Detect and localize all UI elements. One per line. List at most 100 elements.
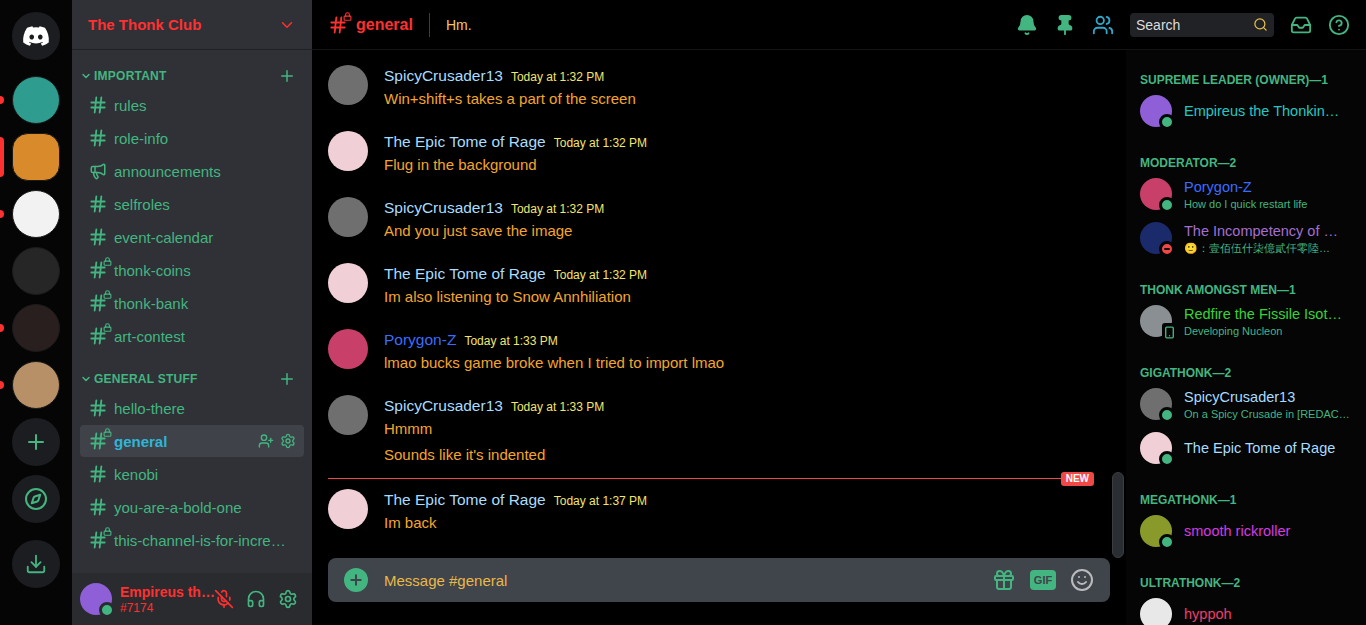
member-info: smooth rickroller — [1184, 521, 1358, 541]
message-author[interactable]: The Epic Tome of Rage — [384, 131, 546, 153]
server-icon[interactable] — [12, 361, 60, 409]
message-group: The Epic Tome of RageToday at 1:32 PMFlu… — [312, 129, 1110, 178]
server-icon[interactable] — [12, 76, 60, 124]
download-button[interactable] — [12, 540, 60, 588]
status-dot — [1159, 241, 1175, 257]
member-item[interactable]: The Incompetency of …🙂：壹佰伍什柒億貳仟零陸… — [1134, 216, 1364, 260]
help-button[interactable] — [1328, 14, 1350, 36]
message-author[interactable]: Porygon-Z — [384, 329, 456, 351]
home-item[interactable] — [0, 12, 72, 60]
scrollbar[interactable] — [1112, 50, 1124, 558]
channel-name: event-calendar — [114, 229, 296, 246]
add-server-item[interactable] — [0, 418, 72, 466]
pins-button[interactable] — [1054, 14, 1076, 36]
member-item[interactable]: smooth rickroller — [1134, 509, 1364, 553]
gift-button[interactable] — [992, 568, 1016, 592]
member-avatar[interactable] — [1140, 178, 1172, 210]
user-controls — [208, 583, 304, 615]
message-avatar[interactable] — [328, 263, 368, 303]
notifications-button[interactable] — [1016, 14, 1038, 36]
create-channel-icon[interactable] — [278, 370, 296, 388]
user-avatar[interactable] — [80, 583, 112, 615]
member-avatar[interactable] — [1140, 432, 1172, 464]
message-author[interactable]: SpicyCrusader13 — [384, 197, 503, 219]
channel-item[interactable]: this-channel-is-for-incre… — [80, 524, 304, 556]
server-icon[interactable] — [12, 190, 60, 238]
server-item[interactable] — [0, 133, 72, 181]
message-input[interactable]: Message #generalGIF — [328, 558, 1110, 602]
channel-topic: Hm. — [446, 17, 472, 33]
invite-icon[interactable] — [258, 433, 274, 449]
message-avatar[interactable] — [328, 489, 368, 529]
server-item[interactable] — [0, 304, 72, 352]
add-server-button[interactable] — [12, 418, 60, 466]
message-avatar[interactable] — [328, 329, 368, 369]
download-item[interactable] — [0, 540, 72, 588]
channel-item[interactable]: kenobi — [80, 458, 304, 490]
member-item[interactable]: The Epic Tome of Rage — [1134, 426, 1364, 470]
message-avatar[interactable] — [328, 131, 368, 171]
member-item[interactable]: hyppoh — [1134, 592, 1364, 625]
member-item[interactable]: Redfire the Fissile Isot…Developing Nucl… — [1134, 299, 1364, 343]
member-item[interactable]: SpicyCrusader13On a Spicy Crusade in [RE… — [1134, 382, 1364, 426]
server-item[interactable] — [0, 361, 72, 409]
attach-button[interactable] — [344, 568, 368, 592]
member-avatar[interactable] — [1140, 598, 1172, 625]
category-header[interactable]: GENERAL STUFF — [80, 367, 304, 391]
channel-item[interactable]: rules — [80, 89, 304, 121]
role-heading: THONK AMONGST MEN—1 — [1126, 260, 1366, 299]
message-author[interactable]: SpicyCrusader13 — [384, 65, 503, 87]
message-author[interactable]: The Epic Tome of Rage — [384, 489, 546, 511]
search-field[interactable]: Search — [1130, 13, 1274, 37]
member-avatar[interactable] — [1140, 95, 1172, 127]
settings-button[interactable] — [272, 583, 304, 615]
channel-item[interactable]: thonk-coins — [80, 254, 304, 286]
server-item[interactable] — [0, 190, 72, 238]
channel-header: generalHm.Search — [312, 0, 1366, 50]
inbox-button[interactable] — [1290, 14, 1312, 36]
member-activity: How do I quick restart life — [1184, 197, 1358, 212]
guild-header[interactable]: The Thonk Club — [72, 0, 312, 50]
message-author[interactable]: SpicyCrusader13 — [384, 395, 503, 417]
channel-item[interactable]: you-are-a-bold-one — [80, 491, 304, 523]
explore-item[interactable] — [0, 475, 72, 523]
home-button[interactable] — [12, 12, 60, 60]
channel-item[interactable]: announcements — [80, 155, 304, 187]
member-avatar[interactable] — [1140, 222, 1172, 254]
message-header: The Epic Tome of RageToday at 1:32 PM — [384, 263, 1062, 286]
member-item[interactable]: Empireus the Thonkin… — [1134, 89, 1364, 133]
message-avatar[interactable] — [328, 65, 368, 105]
server-icon[interactable] — [12, 133, 60, 181]
member-avatar[interactable] — [1140, 305, 1172, 337]
member-avatar[interactable] — [1140, 515, 1172, 547]
message-text: Flug in the background — [384, 154, 1062, 176]
server-item[interactable] — [0, 76, 72, 124]
gif-button[interactable]: GIF — [1030, 570, 1056, 590]
message-avatar[interactable] — [328, 395, 368, 435]
role-heading: ULTRATHONK—2 — [1126, 553, 1366, 592]
message-avatar[interactable] — [328, 197, 368, 237]
channel-item[interactable]: general — [80, 425, 304, 457]
member-item[interactable]: Porygon-ZHow do I quick restart life — [1134, 172, 1364, 216]
deafen-button[interactable] — [240, 583, 272, 615]
member-activity: Developing Nucleon — [1184, 324, 1358, 339]
member-avatar[interactable] — [1140, 388, 1172, 420]
server-icon[interactable] — [12, 304, 60, 352]
member-list-button[interactable] — [1092, 14, 1114, 36]
channel-item[interactable]: hello-there — [80, 392, 304, 424]
channel-item[interactable]: selfroles — [80, 188, 304, 220]
channel-item[interactable]: role-info — [80, 122, 304, 154]
channel-item[interactable]: thonk-bank — [80, 287, 304, 319]
server-icon[interactable] — [12, 247, 60, 295]
mute-button[interactable] — [208, 583, 240, 615]
server-item[interactable] — [0, 247, 72, 295]
channel-item[interactable]: art-contest — [80, 320, 304, 352]
gear-icon[interactable] — [280, 433, 296, 449]
create-channel-icon[interactable] — [278, 67, 296, 85]
channel-item[interactable]: event-calendar — [80, 221, 304, 253]
message-author[interactable]: The Epic Tome of Rage — [384, 263, 546, 285]
emoji-button[interactable] — [1070, 568, 1094, 592]
category-header[interactable]: IMPORTANT — [80, 64, 304, 88]
explore-button[interactable] — [12, 475, 60, 523]
scrollbar-thumb[interactable] — [1112, 472, 1124, 558]
